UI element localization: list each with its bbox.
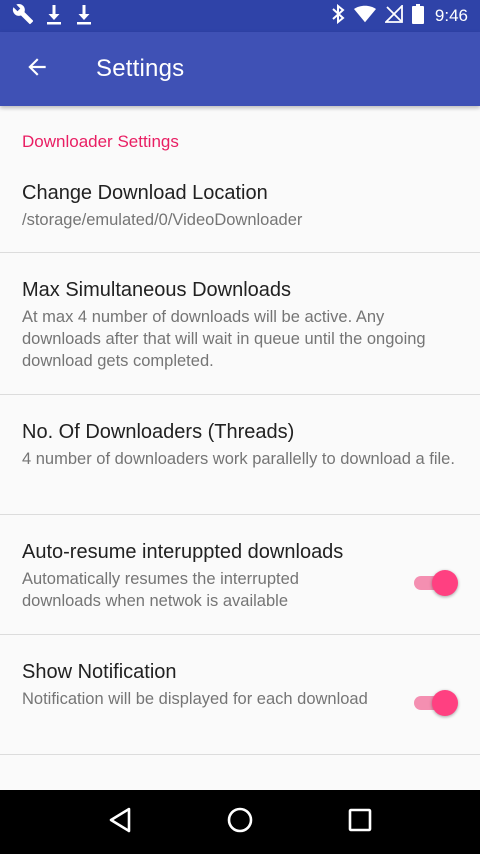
pref-summary: Notification will be displayed for each … [22,690,368,708]
pref-auto-resume[interactable]: Auto-resume interuppted downloads Automa… [0,515,480,635]
no-signal-icon [383,3,403,28]
pref-summary: 4 number of downloaders work parallelly … [22,450,455,468]
battery-icon [411,3,424,29]
pref-title: Change Download Location [22,182,268,204]
status-left-icons [12,3,94,30]
pref-show-notification[interactable]: Show Notification Notification will be d… [0,635,480,755]
pref-download-location[interactable]: Change Download Location /storage/emulat… [0,166,480,253]
show-notification-switch[interactable] [412,689,458,716]
pref-max-downloads[interactable]: Max Simultaneous Downloads At max 4 numb… [0,253,480,395]
category-header: Downloader Settings [22,132,179,151]
arrow-left-icon [24,54,50,85]
download-icon [44,3,64,30]
status-time: 9:46 [434,6,468,25]
pref-title: No. Of Downloaders (Threads) [22,421,295,443]
pref-summary: At max 4 number of downloads will be act… [22,308,426,370]
status-right-icons: 9:46 [331,3,468,29]
pref-summary: /storage/emulated/0/VideoDownloader [22,211,303,229]
switch-thumb [432,689,458,716]
pref-title: Show Notification [22,661,177,683]
navigation-bar [0,790,480,854]
switch-thumb [432,569,458,596]
app-bar: Settings [0,32,480,106]
auto-resume-switch[interactable] [412,569,458,596]
status-bar: 9:46 [0,0,480,32]
download-icon [74,3,94,30]
pref-title: Auto-resume interuppted downloads [22,541,344,563]
settings-list: Downloader Settings Change Download Loca… [0,106,480,790]
nav-recents-button[interactable] [332,794,388,850]
back-icon [107,806,133,839]
recents-icon [348,808,372,837]
back-button[interactable] [9,41,65,97]
page-title: Settings [96,55,185,82]
pref-summary: Automatically resumes the interrupted do… [22,570,299,610]
bluetooth-icon [331,3,345,29]
home-icon [226,806,254,839]
wifi-icon [353,5,376,28]
pref-title: Max Simultaneous Downloads [22,279,292,301]
wrench-icon [12,3,34,30]
pref-threads[interactable]: No. Of Downloaders (Threads) 4 number of… [0,395,480,515]
nav-back-button[interactable] [92,794,148,850]
nav-home-button[interactable] [212,794,268,850]
